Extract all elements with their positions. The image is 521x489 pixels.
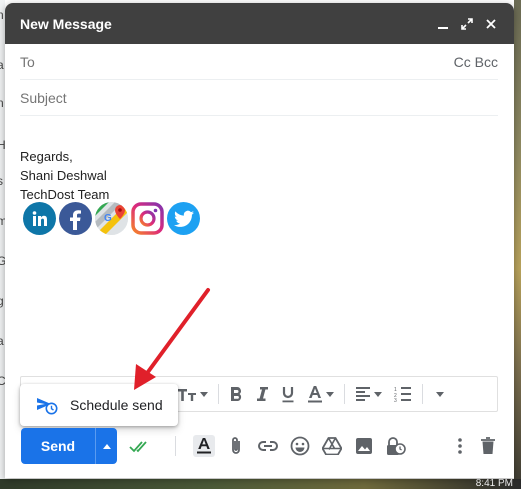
minimize-icon (438, 26, 448, 29)
google-maps-icon[interactable]: G (95, 202, 128, 235)
discard-draft-button[interactable] (473, 430, 503, 462)
to-label: To (20, 53, 35, 70)
insert-drive-button[interactable] (317, 430, 347, 462)
insert-emoji-button[interactable] (285, 430, 315, 462)
toolbar-divider (175, 436, 176, 456)
more-options-button[interactable] (445, 430, 475, 462)
background-fragment: a (0, 58, 4, 72)
linkedin-icon[interactable] (23, 202, 56, 235)
instagram-icon[interactable] (131, 202, 164, 235)
more-send-options-button[interactable] (95, 428, 117, 464)
formatting-options-button[interactable] (189, 430, 219, 462)
trash-icon (481, 437, 495, 454)
italic-icon (257, 387, 268, 401)
toolbar-divider (422, 384, 423, 404)
emoji-icon (290, 436, 310, 456)
twitter-icon[interactable] (167, 202, 200, 235)
text-format-icon (193, 435, 215, 457)
compose-title: New Message (20, 15, 112, 32)
text-color-icon (308, 386, 322, 403)
google-drive-icon (322, 437, 342, 455)
insert-link-button[interactable] (253, 430, 283, 462)
insert-photo-button[interactable] (349, 430, 379, 462)
toolbar-divider (218, 384, 219, 404)
subject-placeholder: Subject (20, 89, 67, 106)
lock-clock-icon (387, 437, 406, 455)
to-field[interactable]: To Cc Bcc (20, 44, 498, 80)
chevron-down-icon (374, 391, 382, 397)
send-button-group: Send (21, 428, 117, 464)
toolbar-divider (344, 384, 345, 404)
compose-titlebar[interactable]: New Message (5, 3, 514, 44)
chevron-down-icon (436, 391, 444, 397)
facebook-icon[interactable] (59, 202, 92, 235)
text-size-icon (178, 389, 196, 401)
bold-icon (231, 387, 242, 401)
chevron-down-icon (200, 391, 208, 397)
confidential-mode-button[interactable] (381, 430, 411, 462)
signature-line: Regards, (20, 149, 73, 164)
close-icon (486, 18, 496, 29)
more-vert-icon (458, 438, 462, 454)
subject-field[interactable]: Subject (20, 80, 498, 116)
background-fragment: s (0, 174, 3, 188)
schedule-send-label: Schedule send (70, 397, 163, 413)
taskbar-clock: 8:41 PM (475, 478, 513, 489)
numbered-list-button[interactable]: 123 (388, 380, 418, 408)
align-left-icon (356, 387, 370, 401)
paperclip-icon (232, 437, 240, 454)
background-fragment: n (0, 96, 4, 110)
fullscreen-button[interactable] (456, 13, 478, 35)
schedule-send-icon (37, 398, 58, 415)
chevron-up-icon (102, 443, 111, 449)
cc-bcc-link[interactable]: Cc Bcc (454, 54, 498, 70)
attach-files-button[interactable] (221, 430, 251, 462)
svg-text:3: 3 (394, 398, 397, 402)
background-fragment: g (0, 294, 4, 308)
link-icon (258, 441, 278, 451)
close-button[interactable] (480, 13, 502, 35)
underline-button[interactable] (275, 380, 301, 408)
schedule-send-menu-item[interactable]: Schedule send (20, 384, 178, 426)
image-icon (356, 438, 372, 454)
message-body[interactable]: Regards, Shani Deshwal TechDost Team (20, 147, 109, 204)
svg-text:G: G (104, 213, 112, 224)
italic-button[interactable] (249, 380, 275, 408)
align-button[interactable] (349, 380, 388, 408)
bold-button[interactable] (223, 380, 249, 408)
minimize-button[interactable] (432, 13, 454, 35)
expand-icon (461, 17, 473, 30)
social-icons: G (23, 202, 200, 235)
send-button[interactable]: Send (21, 428, 95, 464)
numbered-list-icon: 123 (394, 387, 411, 402)
background-fragment: n (0, 8, 4, 22)
desktop-wallpaper-edge (514, 0, 521, 489)
background-fragment: a (0, 334, 4, 348)
underline-icon (282, 386, 294, 402)
mailtrack-button[interactable] (125, 430, 155, 462)
more-formatting-button[interactable] (427, 380, 450, 408)
text-color-button[interactable] (301, 380, 340, 408)
compose-window: New Message To Cc Bcc Subject Regards, S… (5, 3, 514, 478)
chevron-down-icon (326, 391, 334, 397)
taskbar: 8:41 PM (0, 479, 521, 489)
double-check-icon (129, 441, 147, 453)
signature-line: Shani Deshwal (20, 168, 107, 183)
